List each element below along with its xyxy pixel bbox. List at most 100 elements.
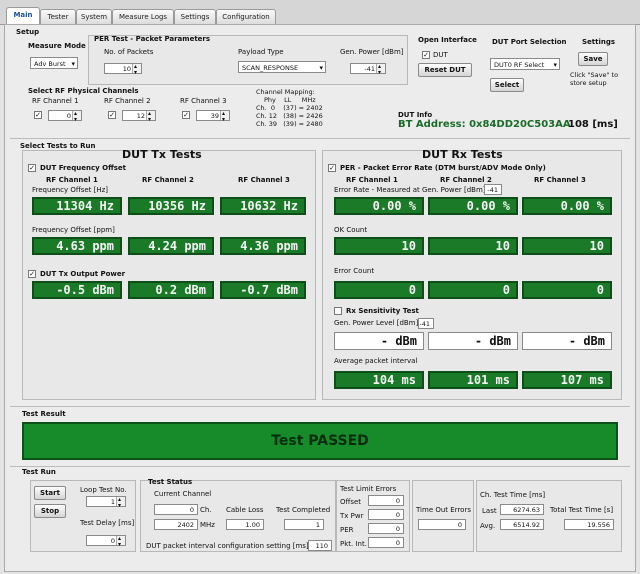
gen-power-stepper[interactable]: -41 (350, 61, 386, 78)
per-checkbox[interactable]: ✓ (328, 164, 336, 172)
avg-value: 6514.92 (500, 519, 544, 530)
tx-power-ch3: -0.7 dBm (220, 281, 306, 299)
bt-time: 108 [ms] (568, 119, 618, 130)
test-result-banner: Test PASSED (22, 422, 618, 460)
error-rate-ch2: 0.00 % (428, 197, 518, 215)
rf1-checkbox[interactable]: ✓ (34, 111, 42, 119)
per-params-title: PER Test - Packet Parameters (94, 35, 211, 43)
save-button[interactable]: Save (578, 52, 608, 66)
freq-offset-check-label: DUT Frequency Offset (40, 164, 126, 172)
rx-ch3-header: RF Channel 3 (534, 176, 586, 184)
error-rate-power: -41 (484, 184, 502, 195)
setup-title: Setup (16, 28, 40, 36)
divider (10, 466, 630, 467)
tab-system[interactable]: System (76, 9, 112, 24)
avg-interval-ch3: 107 ms (522, 371, 612, 389)
ch-test-time-label: Ch. Test Time [ms] (480, 491, 546, 499)
rf2-checkbox[interactable]: ✓ (108, 111, 116, 119)
channel-mapping-header: Phy LL MHz (264, 96, 316, 104)
settings-title: Settings (582, 38, 616, 46)
interval-config-label: DUT packet interval configuration settin… (146, 542, 309, 550)
gen-power-level-value: -41 (418, 318, 434, 329)
per-check-label: PER - Packet Error Rate (DTM burst/ADV M… (340, 164, 546, 172)
tx-power-checkbox[interactable]: ✓ (28, 270, 36, 278)
offset-label: Offset (340, 498, 362, 506)
loop-test-stepper[interactable]: 1 (86, 494, 126, 511)
freq-hz-label: Frequency Offset [Hz] (32, 186, 109, 194)
cable-loss-label: Cable Loss (226, 506, 264, 514)
timeout-label: Time Out Errors (416, 506, 471, 514)
rf1-label: RF Channel 1 (32, 97, 79, 105)
channel-mapping-row: Ch. 39 (39) = 2480 (256, 120, 323, 128)
avg-label: Avg. (480, 522, 496, 530)
tab-bar: Main Tester System Measure Logs Settings… (0, 0, 640, 25)
last-value: 6274.63 (500, 504, 544, 515)
bt-address: BT Address: 0x84DD20C503AA (398, 119, 571, 130)
tab-measure-logs[interactable]: Measure Logs (112, 9, 174, 24)
rf2-stepper[interactable]: 12 (122, 108, 156, 125)
select-tests-title: Select Tests to Run (20, 142, 96, 150)
num-packets-stepper[interactable]: 10 (104, 61, 142, 78)
rx-tests-title: DUT Rx Tests (422, 148, 503, 161)
port-select-button[interactable]: Select (490, 78, 524, 92)
channel-mapping-row: Ch. 12 (38) = 2426 (256, 112, 323, 120)
interval-config-value: 110 (308, 540, 332, 551)
freq-ppm-ch3: 4.36 ppm (220, 237, 306, 255)
stop-button[interactable]: Stop (34, 504, 66, 518)
tx-ch1-header: RF Channel 1 (46, 176, 98, 184)
ok-count-ch2: 10 (428, 237, 518, 255)
freq-offset-checkbox[interactable]: ✓ (28, 164, 36, 172)
rf3-checkbox[interactable]: ✓ (182, 111, 190, 119)
channel-unit: Ch. (200, 506, 212, 514)
tab-settings[interactable]: Settings (174, 9, 216, 24)
total-time-value: 19.556 (564, 519, 614, 530)
sens-ch3: - dBm (522, 332, 612, 350)
tx-ch3-header: RF Channel 3 (238, 176, 290, 184)
per-label: PER (340, 526, 354, 534)
freq-ppm-ch1: 4.63 ppm (32, 237, 122, 255)
measure-mode-select[interactable]: Adv Burst (30, 57, 78, 70)
channel-mapping-row: Ch. 0 (37) = 2402 (256, 104, 323, 112)
rf-channels-title: Select RF Physical Channels (28, 87, 139, 95)
error-rate-label: Error Rate - Measured at Gen. Power [dBm… (334, 186, 486, 194)
divider (10, 138, 630, 139)
rf3-stepper[interactable]: 39 (196, 108, 230, 125)
error-rate-ch1: 0.00 % (334, 197, 424, 215)
sens-ch2: - dBm (428, 332, 518, 350)
tx-power-check-label: DUT Tx Output Power (40, 270, 126, 278)
rf2-label: RF Channel 2 (104, 97, 151, 105)
offset-value: 0 (368, 495, 404, 506)
rx-sens-checkbox[interactable] (334, 307, 342, 315)
rf1-stepper[interactable]: 0 (48, 108, 82, 125)
payload-select[interactable]: SCAN_RESPONSE (238, 61, 326, 74)
port-selection-title: DUT Port Selection (492, 38, 567, 46)
channel-mapping-title: Channel Mapping: (256, 88, 315, 96)
tab-main[interactable]: Main (6, 7, 40, 25)
channel-value: 0 (154, 504, 198, 515)
error-count-ch3: 0 (522, 281, 612, 299)
mhz-unit: MHz (200, 521, 215, 529)
freq-hz-ch1: 11304 Hz (32, 197, 122, 215)
tab-configuration[interactable]: Configuration (216, 9, 276, 24)
test-delay-label: Test Delay [ms] (80, 519, 135, 527)
sens-ch1: - dBm (334, 332, 424, 350)
total-time-label: Total Test Time [s] (550, 506, 614, 514)
payload-label: Payload Type (238, 48, 284, 56)
test-result-title: Test Result (22, 410, 66, 418)
reset-dut-button[interactable]: Reset DUT (418, 63, 472, 77)
start-button[interactable]: Start (34, 486, 66, 500)
test-run-title: Test Run (22, 468, 56, 476)
gen-power-label: Gen. Power [dBm] (340, 48, 404, 56)
dut-checkbox[interactable]: ✓ (422, 51, 430, 59)
tab-tester[interactable]: Tester (40, 9, 76, 24)
rx-ch2-header: RF Channel 2 (440, 176, 492, 184)
per-value: 0 (368, 523, 404, 534)
limit-errors-title: Test Limit Errors (340, 485, 397, 493)
dut-checkbox-label: DUT (433, 51, 448, 59)
tx-ch2-header: RF Channel 2 (142, 176, 194, 184)
freq-ppm-ch2: 4.24 ppm (128, 237, 214, 255)
pkt-int-label: Pkt. Int. (340, 540, 367, 548)
measure-mode-label: Measure Mode (28, 42, 86, 50)
test-delay-stepper[interactable]: 0 (86, 533, 126, 550)
port-select[interactable]: DUT0 RF Select (490, 58, 560, 71)
